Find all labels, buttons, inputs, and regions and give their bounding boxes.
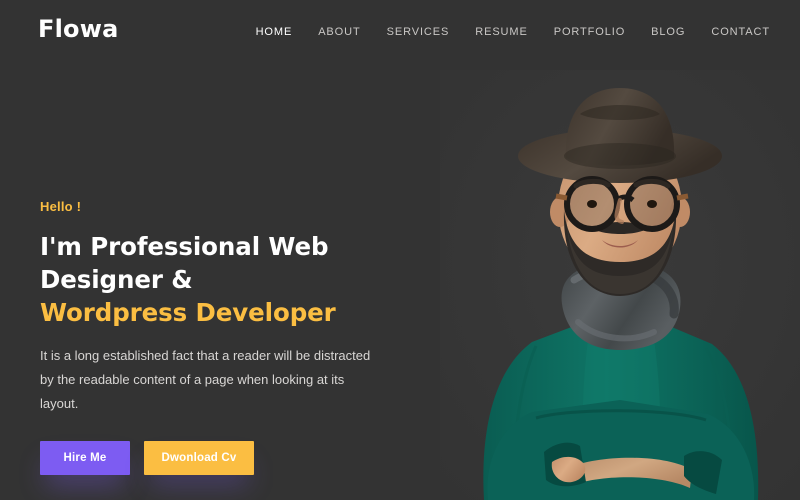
- download-cv-button[interactable]: Dwonload Cv: [144, 441, 254, 475]
- page-root: Flowa HOME ABOUT SERVICES RESUME PORTFOL…: [0, 0, 800, 500]
- hat-brim: [518, 129, 722, 183]
- nav-item-portfolio[interactable]: PORTFOLIO: [541, 24, 638, 40]
- scarf: [561, 262, 681, 350]
- main-navigation: HOME ABOUT SERVICES RESUME PORTFOLIO BLO…: [243, 24, 770, 40]
- hero-greeting: Hello !: [40, 199, 82, 214]
- beard: [563, 210, 677, 296]
- nav-item-resume[interactable]: RESUME: [462, 24, 540, 40]
- face: [558, 134, 682, 282]
- hero-actions: Hire Me Dwonload Cv: [40, 441, 440, 475]
- portrait-illustration: [440, 70, 800, 500]
- hero-paragraph: It is a long established fact that a rea…: [40, 348, 371, 411]
- neck: [588, 270, 652, 325]
- nav-item-contact[interactable]: CONTACT: [698, 24, 770, 40]
- glasses: [555, 176, 689, 232]
- hero-headline: I'm Professional Web Designer & Wordpres…: [40, 230, 440, 329]
- hero-section: Hello ! I'm Professional Web Designer & …: [40, 200, 440, 475]
- hero-headline-line2: Wordpress Developer: [40, 298, 336, 327]
- hand: [551, 456, 586, 483]
- forearm: [568, 457, 692, 488]
- crossed-arms: [487, 400, 755, 500]
- nav-item-blog[interactable]: BLOG: [638, 24, 698, 40]
- nav-item-home[interactable]: HOME: [243, 24, 306, 40]
- hero-headline-line1: I'm Professional Web Designer &: [40, 232, 329, 294]
- site-logo[interactable]: Flowa: [38, 17, 118, 41]
- hire-me-button[interactable]: Hire Me: [40, 441, 130, 475]
- site-header: Flowa HOME ABOUT SERVICES RESUME PORTFOL…: [0, 0, 800, 62]
- hero-portrait-image: [440, 70, 800, 500]
- hair: [562, 126, 678, 178]
- nav-item-about[interactable]: ABOUT: [305, 24, 373, 40]
- nav-item-services[interactable]: SERVICES: [374, 24, 463, 40]
- hat-crown: [565, 88, 675, 166]
- sweater: [483, 320, 759, 500]
